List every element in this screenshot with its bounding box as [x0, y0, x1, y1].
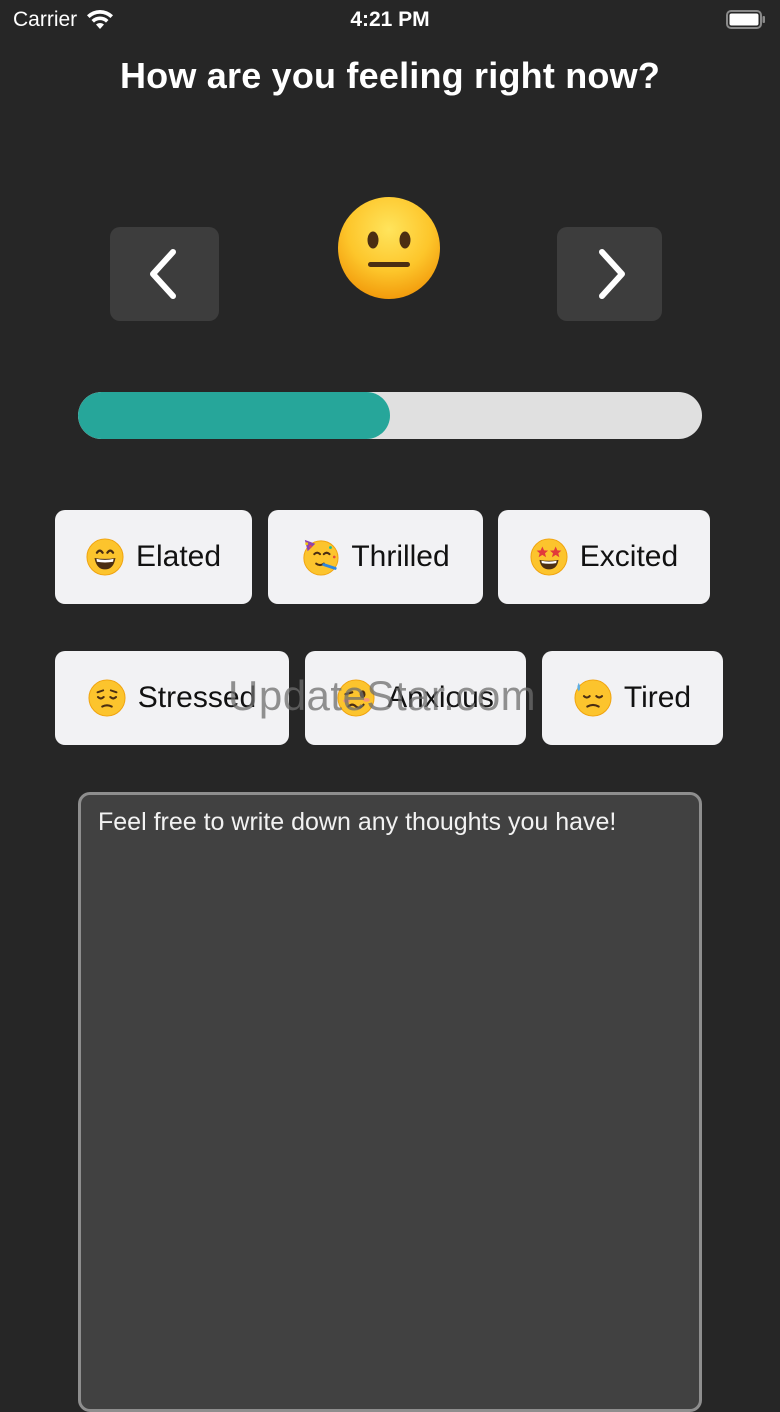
mood-chip-stressed[interactable]: Stressed — [55, 651, 289, 745]
chevron-right-icon — [598, 249, 625, 299]
mood-chip-thrilled[interactable]: Thrilled — [268, 510, 483, 604]
star-struck-face-icon — [530, 538, 568, 576]
status-bar: Carrier 4:21 PM — [0, 0, 780, 40]
partying-face-icon — [303, 539, 339, 576]
chevron-left-icon — [149, 249, 176, 299]
mood-chip-label: Thrilled — [351, 540, 450, 573]
mood-chip-label: Anxious — [387, 681, 494, 714]
mood-level-fill — [78, 392, 390, 439]
neutral-face-icon — [338, 197, 440, 299]
pensive-face-icon — [88, 679, 126, 717]
mood-chip-label: Stressed — [137, 681, 257, 714]
battery-icon — [726, 10, 765, 29]
downcast-sweat-face-icon — [574, 679, 612, 717]
thoughts-textarea[interactable] — [78, 792, 702, 1412]
grinning-face-icon — [86, 538, 124, 576]
woozy-face-icon — [337, 679, 375, 717]
status-time: 4:21 PM — [350, 8, 430, 31]
mood-chip-excited[interactable]: Excited — [498, 510, 710, 604]
previous-mood-button[interactable] — [110, 227, 219, 321]
mood-chip-elated[interactable]: Elated — [55, 510, 252, 604]
mood-level-slider[interactable] — [78, 392, 702, 439]
mood-chip-label: Tired — [623, 681, 692, 714]
mood-chip-label: Elated — [135, 540, 222, 573]
mood-chip-label: Excited — [579, 540, 679, 573]
mood-chip-anxious[interactable]: Anxious — [305, 651, 526, 745]
page-title: How are you feeling right now? — [119, 55, 661, 96]
mood-chip-tired[interactable]: Tired — [542, 651, 723, 745]
next-mood-button[interactable] — [557, 227, 662, 321]
